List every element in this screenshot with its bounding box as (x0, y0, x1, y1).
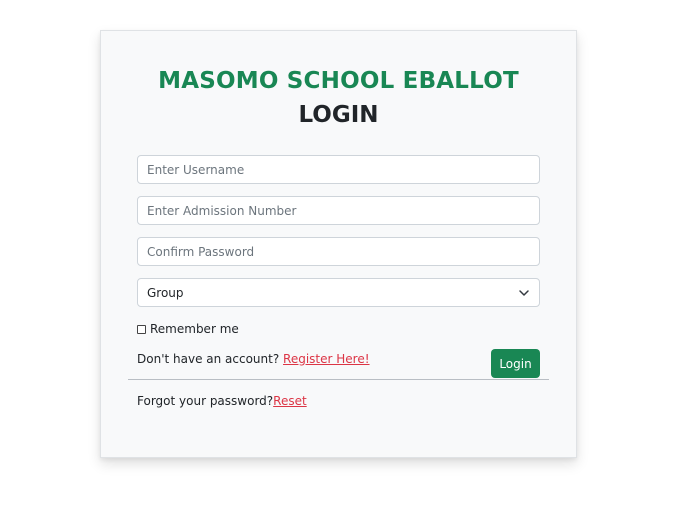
register-link[interactable]: Register Here! (283, 352, 370, 366)
login-card: MASOMO SCHOOL EBALLOT LOGIN Group Rememb… (100, 30, 577, 458)
reset-link[interactable]: Reset (273, 394, 307, 408)
login-button[interactable]: Login (491, 349, 540, 378)
page-title: LOGIN (298, 102, 379, 128)
forgot-prompt: Forgot your password? (137, 394, 274, 408)
remember-me-row: Remember me (137, 322, 239, 336)
confirm-password-input[interactable] (137, 237, 540, 266)
divider (128, 379, 549, 380)
group-select-value: Group (147, 285, 184, 300)
group-select[interactable]: Group (137, 278, 540, 307)
chevron-down-icon (518, 287, 530, 299)
remember-me-label: Remember me (150, 322, 239, 336)
remember-me-checkbox[interactable] (137, 324, 146, 334)
register-prompt: Don't have an account? (137, 352, 284, 366)
forgot-password-row: Forgot your password?Reset (137, 394, 307, 408)
app-title: MASOMO SCHOOL EBALLOT (158, 68, 519, 94)
admission-number-input[interactable] (137, 196, 540, 225)
register-row: Don't have an account? Register Here! (137, 352, 370, 366)
username-input[interactable] (137, 155, 540, 184)
